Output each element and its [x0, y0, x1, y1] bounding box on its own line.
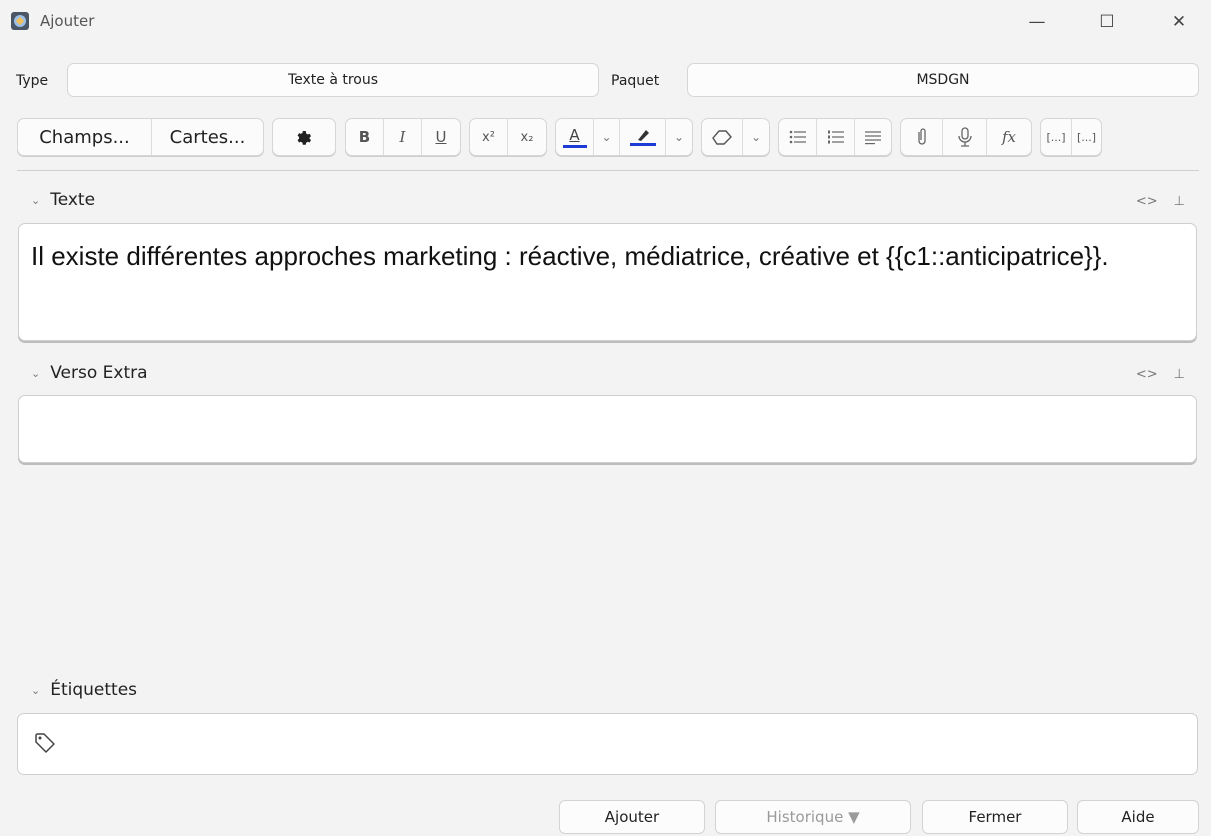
- title-bar: Ajouter — ☐ ✕: [0, 0, 1211, 50]
- html-editor-toggle-icon[interactable]: <>: [1136, 194, 1158, 209]
- field-content[interactable]: Il existe différentes approches marketin…: [19, 224, 1196, 288]
- math-button[interactable]: fx: [987, 119, 1031, 155]
- highlight-color-swatch: [629, 143, 656, 146]
- tag-icon: [35, 733, 55, 753]
- history-button[interactable]: Historique ▼: [715, 800, 911, 834]
- italic-button[interactable]: I: [384, 119, 422, 155]
- fields-cards-group: Champs... Cartes...: [17, 118, 264, 156]
- field-editor-texte[interactable]: Il existe différentes approches marketin…: [18, 223, 1197, 341]
- maximize-button[interactable]: ☐: [1084, 0, 1130, 44]
- field-tools-texte: <> ⊥: [1136, 194, 1185, 209]
- settings-button[interactable]: [273, 119, 335, 155]
- unordered-list-button[interactable]: [779, 119, 817, 155]
- cloze-group: [...] [...]: [1040, 118, 1102, 156]
- eraser-button[interactable]: [702, 119, 744, 155]
- highlighter-icon: [637, 130, 649, 141]
- eraser-group: ⌄: [701, 118, 770, 156]
- list-group: [778, 118, 892, 156]
- field-header-texte[interactable]: ⌄ Texte: [31, 190, 95, 210]
- field-editor-verso-extra[interactable]: [18, 395, 1197, 463]
- window-title: Ajouter: [40, 12, 95, 30]
- eraser-dropdown[interactable]: ⌄: [743, 119, 769, 155]
- pin-icon[interactable]: ⊥: [1174, 367, 1185, 382]
- html-editor-toggle-icon[interactable]: <>: [1136, 367, 1158, 382]
- bullet-list-icon: [789, 130, 806, 144]
- highlight-color-button[interactable]: [620, 119, 666, 155]
- highlight-color-dropdown[interactable]: ⌄: [666, 119, 692, 155]
- text-style-group: B I U: [345, 118, 461, 156]
- options-group: [272, 118, 336, 156]
- collapse-chevron-icon[interactable]: ⌄: [31, 194, 40, 207]
- field-name: Texte: [50, 190, 96, 210]
- numbered-list-icon: [827, 130, 844, 144]
- field-content[interactable]: [19, 396, 1196, 416]
- attach-button[interactable]: [901, 119, 943, 155]
- field-header-verso-extra[interactable]: ⌄ Verso Extra: [31, 363, 148, 383]
- cloze-same-button[interactable]: [...]: [1072, 119, 1101, 155]
- superscript-button[interactable]: x²: [470, 119, 508, 155]
- media-group: fx: [900, 118, 1032, 156]
- field-name: Verso Extra: [50, 363, 148, 383]
- script-group: x² x₂: [469, 118, 547, 156]
- field-tools-verso-extra: <> ⊥: [1136, 367, 1185, 382]
- cards-button[interactable]: Cartes...: [152, 119, 263, 155]
- deck-label: Paquet: [611, 73, 660, 89]
- pin-icon[interactable]: ⊥: [1174, 194, 1185, 209]
- ordered-list-button[interactable]: [817, 119, 855, 155]
- bold-button[interactable]: B: [346, 119, 384, 155]
- eraser-icon: [712, 130, 733, 145]
- help-button[interactable]: Aide: [1077, 800, 1199, 834]
- notetype-deck-row: Type Texte à trous Paquet MSDGN: [0, 63, 1211, 99]
- fields-button[interactable]: Champs...: [18, 119, 152, 155]
- align-icon: [865, 131, 881, 145]
- notetype-selector[interactable]: Texte à trous: [67, 63, 599, 97]
- editor-toolbar: Champs... Cartes... B I U x² x₂ A ⌄ ⌄ ⌄: [0, 118, 1211, 158]
- minimize-button[interactable]: —: [1014, 0, 1060, 44]
- color-group: A ⌄ ⌄: [555, 118, 693, 156]
- paperclip-icon: [917, 128, 926, 145]
- alignment-button[interactable]: [855, 119, 891, 155]
- underline-button[interactable]: U: [422, 119, 460, 155]
- collapse-chevron-icon[interactable]: ⌄: [31, 367, 40, 380]
- deck-selector[interactable]: MSDGN: [687, 63, 1199, 97]
- type-label: Type: [16, 73, 49, 89]
- gear-icon: [297, 131, 312, 145]
- close-window-button[interactable]: ✕: [1156, 0, 1202, 44]
- collapse-chevron-icon[interactable]: ⌄: [31, 684, 40, 697]
- tags-label: Étiquettes: [50, 680, 138, 700]
- app-icon: [11, 12, 29, 30]
- close-button[interactable]: Fermer: [922, 800, 1068, 834]
- subscript-button[interactable]: x₂: [508, 119, 546, 155]
- text-color-letter: A: [569, 125, 580, 144]
- text-color-swatch: [562, 144, 587, 148]
- tags-header[interactable]: ⌄ Étiquettes: [31, 680, 137, 700]
- text-color-button[interactable]: A: [556, 119, 594, 155]
- cloze-new-button[interactable]: [...]: [1041, 119, 1072, 155]
- tag-editor[interactable]: [17, 713, 1198, 775]
- record-audio-button[interactable]: [943, 119, 987, 155]
- microphone-icon: [957, 127, 972, 147]
- add-button[interactable]: Ajouter: [559, 800, 705, 834]
- text-color-dropdown[interactable]: ⌄: [594, 119, 620, 155]
- toolbar-separator: [17, 170, 1199, 171]
